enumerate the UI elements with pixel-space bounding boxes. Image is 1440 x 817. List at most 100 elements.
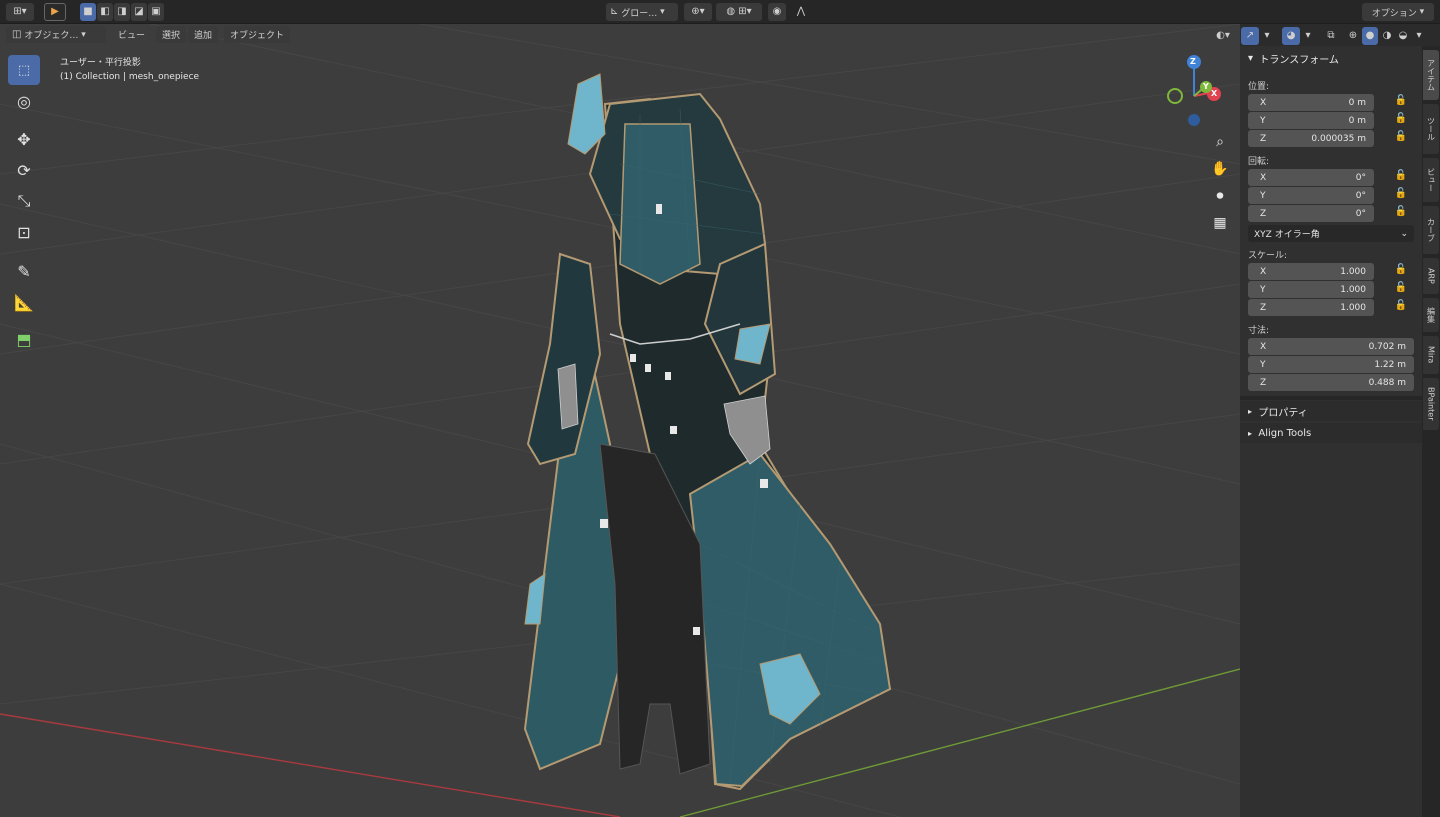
- lock-icon[interactable]: 🔓: [1394, 113, 1408, 127]
- shading-material-button[interactable]: ◑: [1380, 27, 1394, 45]
- gizmo-axes-icon: [1167, 55, 1221, 126]
- collection-info: (1) Collection | mesh_onepiece: [60, 72, 200, 82]
- orientation-dropdown[interactable]: ⊾ グロー… ▾: [606, 3, 678, 21]
- location-x-field[interactable]: X 0 m: [1248, 94, 1374, 111]
- scale-z-field[interactable]: Z 1.000: [1248, 299, 1374, 316]
- rotation-y-field[interactable]: Y 0°: [1248, 187, 1374, 204]
- shading-dropdown[interactable]: ▾: [1412, 27, 1426, 45]
- snap-dropdown[interactable]: ◍ ⊞▾: [716, 3, 762, 21]
- rotation-mode-label: XYZ オイラー角: [1254, 230, 1320, 240]
- tab-curve[interactable]: カーブ: [1423, 206, 1439, 254]
- lock-icon[interactable]: 🔓: [1394, 170, 1408, 184]
- mode-dropdown[interactable]: ◫ オブジェク… ▾: [6, 26, 106, 43]
- axis-label: Y: [1260, 115, 1266, 126]
- tab-view[interactable]: ビュー: [1423, 158, 1439, 202]
- pan-button[interactable]: ✋: [1208, 157, 1232, 181]
- location-z-field[interactable]: Z 0.000035 m: [1248, 130, 1374, 147]
- lock-icon[interactable]: 🔓: [1394, 282, 1408, 296]
- falloff-dropdown[interactable]: ⋀: [788, 3, 814, 21]
- lock-icon[interactable]: 🔓: [1394, 300, 1408, 314]
- menu-object[interactable]: オブジェクト: [224, 26, 291, 43]
- tab-arp[interactable]: ARP: [1423, 258, 1439, 294]
- lock-icon[interactable]: 🔓: [1394, 264, 1408, 278]
- pivot-dropdown[interactable]: ⊕▾: [684, 3, 712, 21]
- select-mode-new-button[interactable]: ■: [80, 3, 96, 21]
- ortho-toggle-button[interactable]: ▦: [1208, 211, 1232, 235]
- camera-view-button[interactable]: ⏺: [1208, 184, 1232, 208]
- xray-toggle-button[interactable]: ⧉: [1322, 27, 1340, 45]
- dimensions-y-field[interactable]: Y 1.22 m: [1248, 356, 1414, 373]
- tab-mira[interactable]: Mira: [1423, 336, 1439, 374]
- zoom-button[interactable]: ⌕: [1208, 130, 1232, 154]
- mesh-onepiece-model[interactable]: [523, 73, 892, 791]
- shading-solid-button[interactable]: ●: [1362, 27, 1378, 45]
- hand-icon: ✋: [1211, 161, 1229, 177]
- location-y-field[interactable]: Y 0 m: [1248, 112, 1374, 129]
- rotation-mode-dropdown[interactable]: XYZ オイラー角 ⌄: [1248, 225, 1414, 242]
- gizmo-icon: ↗: [1245, 30, 1255, 41]
- menu-view[interactable]: ビュー: [112, 26, 151, 43]
- lock-icon[interactable]: 🔓: [1394, 206, 1408, 220]
- gizmo-dropdown[interactable]: ▾: [1260, 27, 1274, 45]
- axis-label: Z: [1260, 302, 1267, 313]
- solid-shading-icon: ●: [1365, 30, 1375, 41]
- annotate-tool[interactable]: ✎: [8, 256, 40, 286]
- select-mode-intersect-button[interactable]: ▣: [148, 3, 164, 21]
- measure-ruler-icon: 📐: [14, 292, 34, 312]
- editor-type-button[interactable]: ⊞▾: [6, 3, 34, 21]
- options-dropdown[interactable]: オプション ▾: [1362, 3, 1434, 21]
- transform-panel-header[interactable]: ▾ トランスフォーム: [1240, 48, 1422, 68]
- 3d-viewport[interactable]: ユーザー・平行投影 (1) Collection | mesh_onepiece…: [0, 24, 1240, 817]
- select-mode-extend-button[interactable]: ◧: [97, 3, 113, 21]
- xray-icon: ⧉: [1327, 30, 1335, 41]
- overlay-dropdown[interactable]: ▾: [1301, 27, 1315, 45]
- axis-label: Z: [1260, 133, 1267, 144]
- select-extend-icon: ◧: [100, 6, 110, 17]
- rotation-z-field[interactable]: Z 0°: [1248, 205, 1374, 222]
- annotate-pen-icon: ✎: [17, 261, 31, 281]
- lock-icon[interactable]: 🔓: [1394, 188, 1408, 202]
- cursor-tool[interactable]: ◎: [8, 86, 40, 116]
- select-mode-invert-button[interactable]: ◪: [131, 3, 147, 21]
- scale-tool[interactable]: ⤡: [8, 186, 40, 216]
- properties-panel-header[interactable]: ▸ プロパティ: [1240, 401, 1422, 421]
- select-mode-subtract-button[interactable]: ◨: [114, 3, 130, 21]
- tab-edit[interactable]: 編集: [1423, 298, 1439, 332]
- tab-tool[interactable]: ツール: [1423, 104, 1439, 154]
- field-value: 1.22 m: [1374, 359, 1406, 370]
- scale-y-field[interactable]: Y 1.000: [1248, 281, 1374, 298]
- dimensions-x-field[interactable]: X 0.702 m: [1248, 338, 1414, 355]
- dimensions-label: 寸法:: [1248, 326, 1270, 336]
- navigation-gizmo[interactable]: Z Y X: [1164, 54, 1228, 130]
- move-tool[interactable]: ✥: [8, 124, 40, 154]
- visibility-dropdown[interactable]: ◐▾: [1208, 27, 1238, 45]
- lock-icon[interactable]: 🔓: [1394, 131, 1408, 145]
- rotate-tool[interactable]: ⟳: [8, 155, 40, 185]
- shading-wireframe-button[interactable]: ⊕: [1346, 27, 1360, 45]
- lock-icon[interactable]: 🔓: [1394, 95, 1408, 109]
- menu-select[interactable]: 選択: [156, 26, 187, 43]
- overlay-icon: ◕: [1286, 30, 1296, 41]
- gizmo-toggle-button[interactable]: ↗: [1241, 27, 1259, 45]
- shading-rendered-button[interactable]: ◒: [1396, 27, 1410, 45]
- tab-bpainter[interactable]: BPainter: [1423, 378, 1439, 430]
- scale-x-field[interactable]: X 1.000: [1248, 263, 1374, 280]
- add-cube-tool[interactable]: ⬒: [8, 324, 40, 354]
- transform-tool[interactable]: ⊡: [8, 217, 40, 247]
- align-tools-panel-header[interactable]: ▸ Align Tools: [1240, 423, 1422, 443]
- select-box-tool[interactable]: ⬚: [8, 55, 40, 85]
- axis-label: Z: [1260, 208, 1267, 219]
- tab-label: ARP: [1426, 268, 1436, 284]
- rotation-x-field[interactable]: X 0°: [1248, 169, 1374, 186]
- measure-tool[interactable]: 📐: [8, 287, 40, 317]
- dimensions-z-field[interactable]: Z 0.488 m: [1248, 374, 1414, 391]
- tab-item[interactable]: アイテム: [1423, 50, 1439, 100]
- overlay-toggle-button[interactable]: ◕: [1282, 27, 1300, 45]
- select-tool-button[interactable]: ▶: [44, 3, 66, 21]
- proportional-edit-button[interactable]: ◉: [768, 3, 786, 21]
- menu-add[interactable]: 追加: [188, 26, 219, 43]
- field-value: 0°: [1355, 208, 1366, 219]
- field-value: 1.000: [1340, 302, 1366, 313]
- viewport-canvas[interactable]: [0, 24, 1240, 817]
- rendered-shading-icon: ◒: [1398, 30, 1408, 41]
